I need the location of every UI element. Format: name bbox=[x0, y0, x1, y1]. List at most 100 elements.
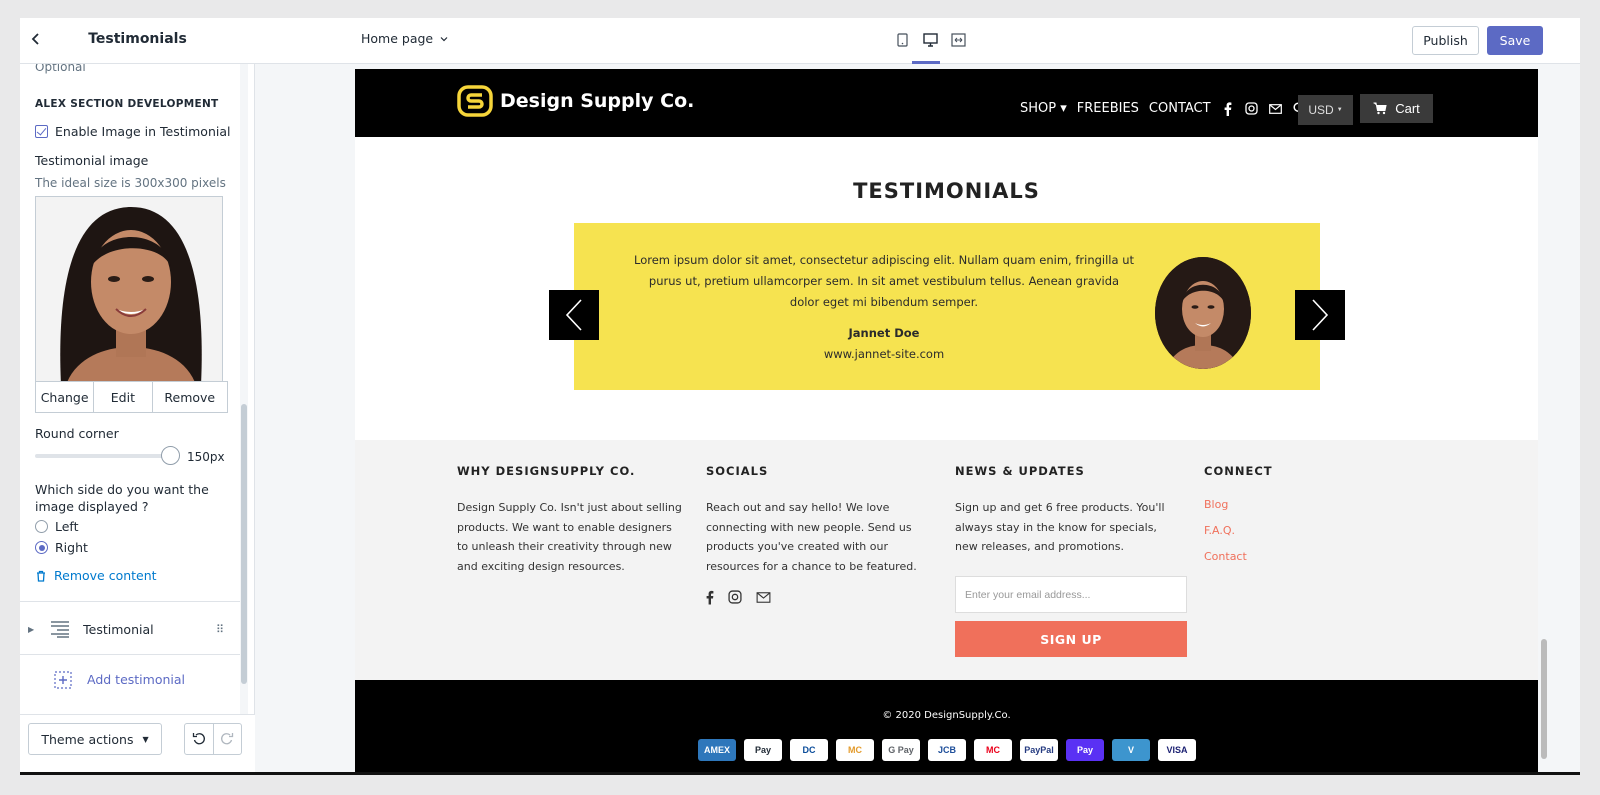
image-actions: Change Edit Remove bbox=[35, 381, 228, 413]
newsletter-email-input[interactable]: Enter your email address... bbox=[955, 576, 1187, 613]
nav-contact[interactable]: CONTACT bbox=[1149, 101, 1211, 116]
sidebar-header: Testimonials bbox=[20, 18, 255, 64]
block-testimonial[interactable]: ▶ Testimonial ⠿ bbox=[20, 604, 240, 654]
footer-bottom-bar: © 2020 DesignSupply.Co. AMEX Pay DC MC G… bbox=[355, 680, 1538, 772]
round-corner-slider-track[interactable] bbox=[35, 454, 175, 458]
mobile-icon[interactable] bbox=[893, 30, 911, 50]
instagram-icon[interactable] bbox=[728, 590, 742, 610]
add-testimonial-label: Add testimonial bbox=[87, 672, 186, 687]
cart-icon bbox=[1373, 102, 1387, 115]
cart-button[interactable]: Cart bbox=[1360, 94, 1433, 123]
preview-scrollbar[interactable] bbox=[1538, 69, 1550, 772]
shop-pay-icon: Pay bbox=[1066, 739, 1104, 761]
round-corner-value: 150px bbox=[187, 450, 225, 464]
chevron-down-icon bbox=[440, 36, 448, 41]
section-heading: ALEX SECTION DEVELOPMENT bbox=[35, 98, 219, 110]
footer-text: Design Supply Co. Isn't just about selli… bbox=[457, 501, 682, 573]
add-testimonial-button[interactable]: Add testimonial bbox=[20, 657, 240, 702]
footer-heading: NEWS & UPDATES bbox=[955, 464, 1085, 478]
carousel-next-button[interactable] bbox=[1295, 290, 1345, 340]
side-question: Which side do you want the image display… bbox=[35, 482, 209, 514]
edit-image-button[interactable]: Edit bbox=[94, 382, 153, 412]
divider bbox=[20, 654, 240, 655]
caret-right-icon[interactable]: ▶ bbox=[28, 625, 34, 634]
footer-link-contact[interactable]: Contact bbox=[1204, 550, 1429, 563]
add-block-icon bbox=[54, 670, 72, 689]
side-option-label: Left bbox=[55, 519, 79, 534]
storefront-preview: Design Supply Co. SHOP ▾ FREEBIES CONTAC… bbox=[355, 69, 1538, 772]
active-device-indicator bbox=[912, 61, 940, 64]
scroll-thumb[interactable] bbox=[1541, 639, 1547, 759]
payment-icons: AMEX Pay DC MC G Pay JCB MC PayPal Pay V… bbox=[698, 739, 1196, 761]
caret-down-icon: ▼ bbox=[142, 734, 149, 744]
scroll-thumb[interactable] bbox=[241, 404, 247, 684]
radio-selected-icon[interactable] bbox=[35, 541, 48, 554]
radio-unselected-icon[interactable] bbox=[35, 520, 48, 533]
change-image-button[interactable]: Change bbox=[36, 382, 95, 412]
editor-topbar: Home page Publish Save bbox=[255, 18, 1580, 64]
sidebar-body: Optional ALEX SECTION DEVELOPMENT Enable… bbox=[20, 64, 255, 714]
fullscreen-icon[interactable] bbox=[949, 30, 967, 50]
theme-actions-button[interactable]: Theme actions ▼ bbox=[28, 723, 162, 755]
trash-icon bbox=[37, 570, 45, 582]
device-switcher bbox=[893, 30, 967, 50]
footer-heading: SOCIALS bbox=[706, 464, 769, 478]
remove-image-button[interactable]: Remove bbox=[153, 382, 227, 412]
publish-button[interactable]: Publish bbox=[1412, 26, 1479, 55]
checkbox-checked-icon[interactable] bbox=[35, 125, 48, 138]
nav-freebies[interactable]: FREEBIES bbox=[1077, 101, 1139, 116]
venmo-icon: V bbox=[1112, 739, 1150, 761]
discover-icon: MC bbox=[836, 739, 874, 761]
footer-col-news: NEWS & UPDATES Sign up and get 6 free pr… bbox=[955, 464, 1180, 557]
side-option-right[interactable]: Right bbox=[35, 540, 88, 555]
footer-text: Sign up and get 6 free products. You'll … bbox=[955, 501, 1165, 553]
instagram-icon[interactable] bbox=[1245, 102, 1259, 116]
text-block-icon bbox=[51, 621, 70, 638]
drag-handle-icon[interactable]: ⠿ bbox=[216, 623, 224, 636]
cart-label: Cart bbox=[1395, 101, 1420, 116]
page-selector-label: Home page bbox=[361, 31, 434, 46]
footer-link-faq[interactable]: F.A.Q. bbox=[1204, 524, 1429, 537]
signup-button[interactable]: SIGN UP bbox=[955, 621, 1187, 657]
testimonial-text: Lorem ipsum dolor sit amet, consectetur … bbox=[634, 253, 1135, 309]
undo-icon[interactable] bbox=[185, 724, 214, 754]
footer-col-socials: SOCIALS Reach out and say hello! We love… bbox=[706, 464, 931, 576]
footer-heading: CONNECT bbox=[1204, 464, 1273, 478]
desktop-icon[interactable] bbox=[921, 30, 939, 50]
remove-content-link[interactable]: Remove content bbox=[35, 568, 157, 583]
brand-logo[interactable]: Design Supply Co. bbox=[457, 85, 694, 117]
currency-selector[interactable]: USD ▼ bbox=[1298, 95, 1353, 125]
side-option-left[interactable]: Left bbox=[35, 519, 79, 534]
chevron-right-icon bbox=[1312, 299, 1329, 331]
amex-icon: AMEX bbox=[698, 739, 736, 761]
testimonial-card: Lorem ipsum dolor sit amet, consectetur … bbox=[574, 223, 1320, 390]
round-corner-slider-handle[interactable] bbox=[161, 446, 180, 465]
nav-shop[interactable]: SHOP ▾ bbox=[1020, 101, 1067, 116]
jcb-icon: JCB bbox=[928, 739, 966, 761]
redo-icon[interactable] bbox=[214, 724, 242, 754]
facebook-icon[interactable] bbox=[706, 590, 714, 610]
mail-icon[interactable] bbox=[1269, 102, 1283, 116]
footer-heading: WHY DESIGNSUPPLY CO. bbox=[457, 464, 636, 478]
testimonial-photo bbox=[1155, 257, 1251, 369]
save-button[interactable]: Save bbox=[1487, 26, 1543, 55]
mail-icon[interactable] bbox=[756, 590, 771, 610]
site-footer: WHY DESIGNSUPPLY CO. Design Supply Co. I… bbox=[355, 440, 1538, 680]
facebook-icon[interactable] bbox=[1221, 101, 1235, 116]
apple-pay-icon: Pay bbox=[744, 739, 782, 761]
testimonial-image-preview bbox=[35, 196, 223, 384]
enable-image-checkbox[interactable]: Enable Image in Testimonial bbox=[35, 124, 230, 139]
mastercard-icon: MC bbox=[974, 739, 1012, 761]
settings-sidebar: Testimonials Optional ALEX SECTION DEVEL… bbox=[20, 18, 255, 772]
page-selector[interactable]: Home page bbox=[361, 31, 449, 46]
optional-text: Optional bbox=[35, 64, 86, 74]
google-pay-icon: G Pay bbox=[882, 739, 920, 761]
image-label: Testimonial image bbox=[35, 153, 149, 168]
site-nav: SHOP ▾ FREEBIES CONTACT bbox=[1020, 101, 1307, 116]
footer-link-blog[interactable]: Blog bbox=[1204, 498, 1429, 511]
carousel-prev-button[interactable] bbox=[549, 290, 599, 340]
testimonial-site: www.jannet-site.com bbox=[823, 347, 945, 361]
brand-name: Design Supply Co. bbox=[500, 90, 695, 112]
currency-label: USD bbox=[1308, 103, 1334, 117]
sidebar-scrollbar[interactable] bbox=[240, 64, 248, 714]
